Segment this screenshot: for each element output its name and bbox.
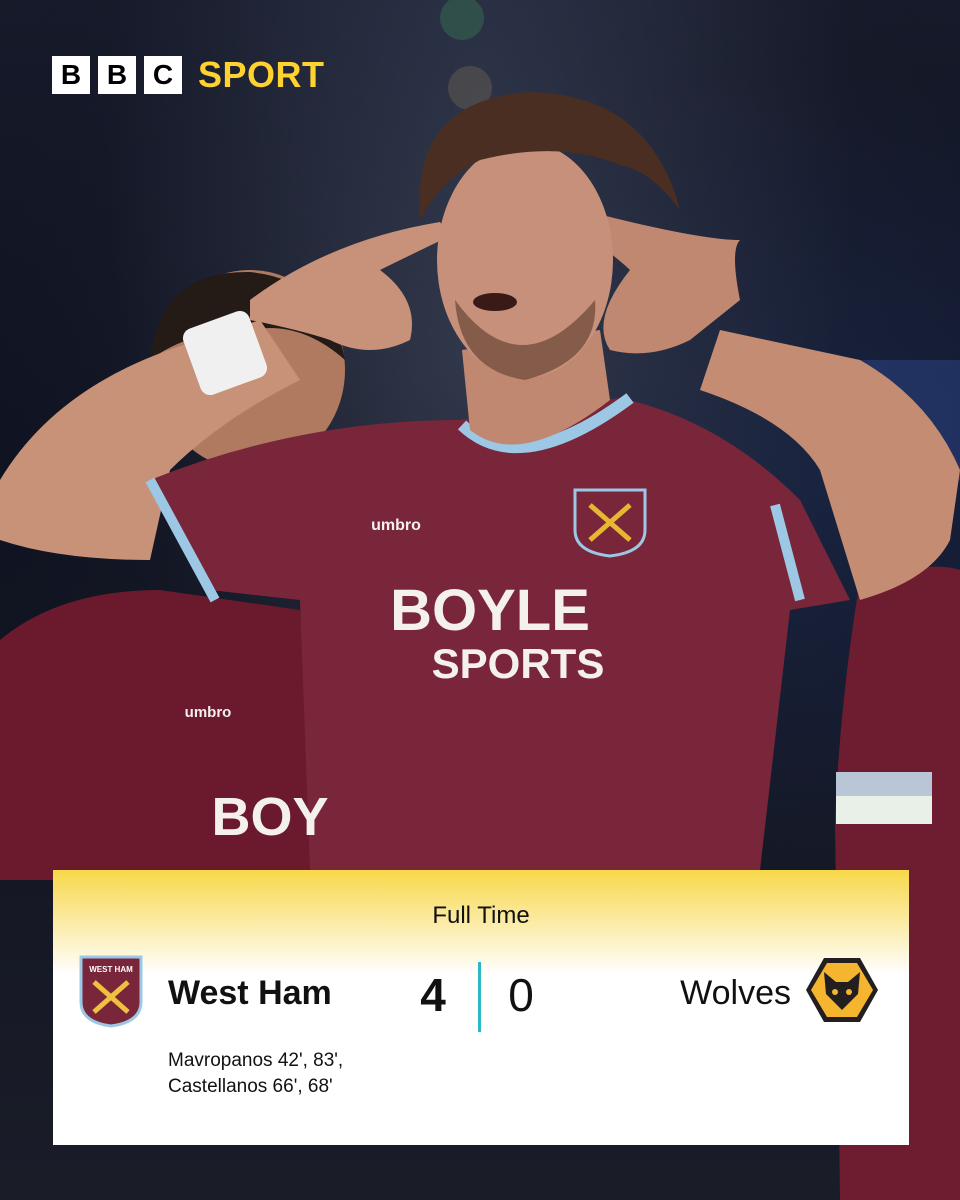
scorer-line: Castellanos 66', 68' <box>168 1076 333 1097</box>
graphic-stage: BOYLE SPORTS BOY umbro umbro B B C SPORT… <box>0 0 960 1200</box>
away-score: 0 <box>508 969 534 1021</box>
scorer-line: Mavropanos 42', 83', <box>168 1050 344 1071</box>
svg-text:WEST HAM: WEST HAM <box>89 965 133 974</box>
sponsor-text-top: BOYLE <box>390 578 590 643</box>
sponsor-text-bottom: SPORTS <box>432 640 605 687</box>
teammate-kit-maker-text: umbro <box>185 704 232 721</box>
wolves-crest-icon <box>806 958 878 1022</box>
bbc-letter-b2: B <box>98 56 136 94</box>
home-goal-scorers: Mavropanos 42', 83', Castellanos 66', 68… <box>168 1048 343 1100</box>
away-team-name: Wolves <box>680 974 791 1012</box>
teammate-sponsor-text: BOY <box>211 787 328 847</box>
score-card: Full Time WEST HAM West Ham 4 0 Wolves M… <box>53 870 909 1145</box>
sport-wordmark: SPORT <box>198 54 325 95</box>
home-team-name: West Ham <box>168 974 332 1012</box>
west-ham-crest-icon: WEST HAM <box>79 955 143 1028</box>
score-divider <box>478 962 481 1032</box>
match-status: Full Time <box>432 902 530 929</box>
shirt-crest-icon <box>573 488 647 558</box>
home-score: 4 <box>420 969 446 1021</box>
bbc-letter-c: C <box>144 56 182 94</box>
kit-maker-text: umbro <box>371 517 421 534</box>
bbc-letter-b1: B <box>52 56 90 94</box>
bbc-sport-logo: B B C SPORT <box>52 54 325 96</box>
